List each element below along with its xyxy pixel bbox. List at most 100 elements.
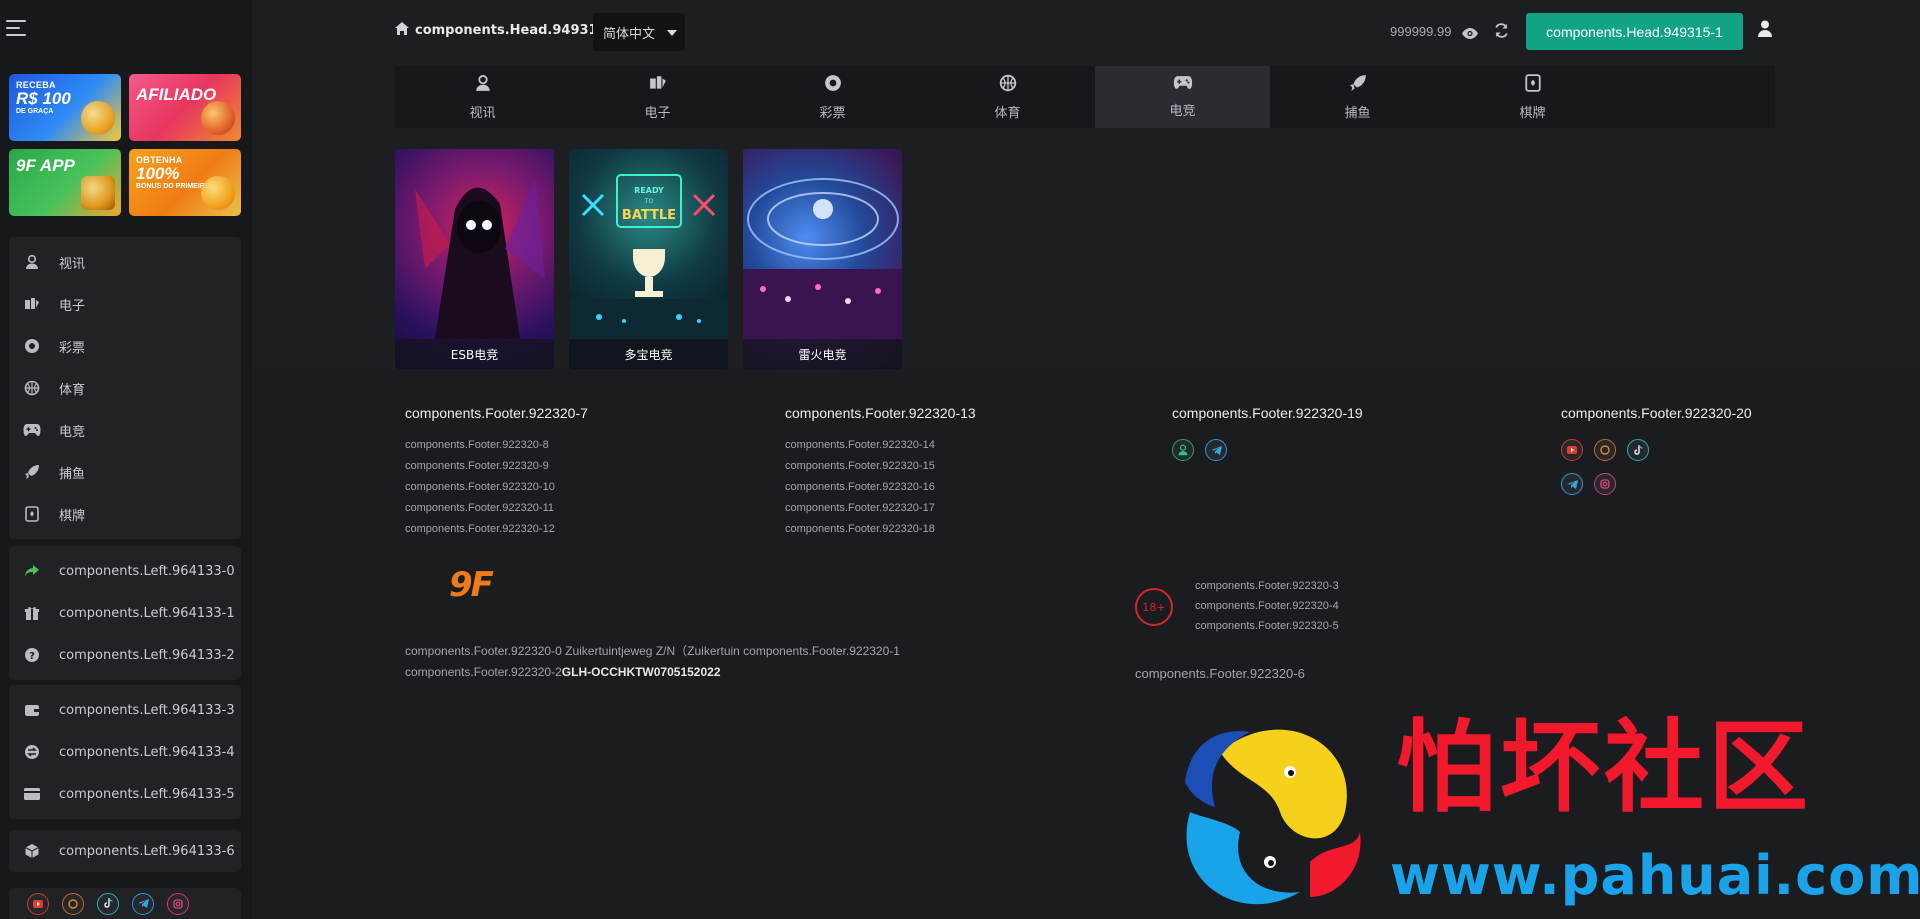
tab-label: 彩票 xyxy=(819,105,846,121)
sidebar-item-sports[interactable]: 体育 xyxy=(9,367,241,409)
refresh-icon[interactable] xyxy=(1494,23,1509,42)
sidebar-item-help[interactable]: ? components.Left.964133-2 xyxy=(9,634,241,676)
footer-column: components.Footer.922320-13 components.F… xyxy=(785,405,976,544)
social-links xyxy=(1561,439,1752,461)
tab-lottery[interactable]: 彩票 xyxy=(745,66,920,128)
tab-cards[interactable]: 棋牌 xyxy=(1445,66,1620,128)
sidebar-item-label: components.Left.964133-2 xyxy=(59,647,235,663)
sidebar-item-live[interactable]: 视讯 xyxy=(9,241,241,283)
svg-text:?: ? xyxy=(29,651,35,662)
sidebar-item-lottery[interactable]: 彩票 xyxy=(9,325,241,367)
wheel-icon xyxy=(81,101,115,135)
sidebar-item-card[interactable]: components.Left.964133-5 xyxy=(9,773,241,815)
tab-live[interactable]: 视讯 xyxy=(395,66,570,128)
sidebar-links-group: components.Left.964133-6 xyxy=(9,830,241,872)
sidebar-item-wallet[interactable]: components.Left.964133-3 xyxy=(9,689,241,731)
tab-label: 体育 xyxy=(994,105,1021,121)
footer-link[interactable]: components.Footer.922320-8 xyxy=(405,439,588,451)
fishing-icon xyxy=(23,463,41,481)
hooded-hero-art xyxy=(415,179,545,339)
site-logo: 9F xyxy=(449,565,494,605)
footer-link[interactable]: components.Footer.922320-9 xyxy=(405,460,588,472)
footer-link[interactable]: components.Footer.922320-17 xyxy=(785,502,976,514)
slots-icon xyxy=(23,295,41,313)
footer-link[interactable]: components.Footer.922320-14 xyxy=(785,439,976,451)
sidebar-item-label: 电子 xyxy=(59,298,86,314)
youtube-icon[interactable] xyxy=(1561,439,1583,461)
stadium-art xyxy=(743,178,902,339)
language-select[interactable]: 简体中文 xyxy=(593,13,685,51)
footer-link[interactable]: components.Footer.922320-18 xyxy=(785,523,976,535)
user-icon[interactable] xyxy=(1757,20,1773,41)
blog-icon[interactable] xyxy=(62,892,84,915)
tab-slots[interactable]: 电子 xyxy=(570,66,745,128)
tiktok-icon[interactable] xyxy=(97,892,119,915)
age-note: components.Footer.922320-6 xyxy=(1135,666,1305,681)
lottery-ball-icon xyxy=(824,74,842,96)
game-card-esb[interactable]: ESB电竞 xyxy=(395,149,554,369)
phone-icon xyxy=(81,176,115,210)
game-card-label: 多宝电竞 xyxy=(569,339,728,369)
sidebar-item-gift[interactable]: components.Left.964133-1 xyxy=(9,592,241,634)
tiktok-icon[interactable] xyxy=(1627,439,1649,461)
footer-column-title: components.Footer.922320-19 xyxy=(1172,405,1363,421)
cards-icon xyxy=(23,505,41,523)
sidebar-social-links xyxy=(9,888,241,919)
game-card-label: ESB电竞 xyxy=(395,339,554,369)
footer-link[interactable]: components.Footer.922320-12 xyxy=(405,523,588,535)
avatars-icon xyxy=(201,101,235,135)
promo-banner-affiliate[interactable]: AFILIADO xyxy=(129,74,241,141)
tab-sports[interactable]: 体育 xyxy=(920,66,1095,128)
sidebar-item-label: components.Left.964133-6 xyxy=(59,843,235,859)
sidebar-item-label: components.Left.964133-5 xyxy=(59,786,235,802)
telegram-icon[interactable] xyxy=(132,892,154,915)
support-icon[interactable] xyxy=(1172,439,1194,461)
footer-link[interactable]: components.Footer.922320-11 xyxy=(405,502,588,514)
instagram-icon[interactable] xyxy=(167,892,189,915)
footer-link[interactable]: components.Footer.922320-16 xyxy=(785,481,976,493)
gift-icon xyxy=(23,604,41,622)
sidebar-item-box[interactable]: components.Left.964133-6 xyxy=(9,830,241,872)
sidebar-links-group: components.Left.964133-0 components.Left… xyxy=(9,546,241,680)
promo-banner-app[interactable]: 9F APP xyxy=(9,149,121,216)
age-restriction-badge: 18+ xyxy=(1135,588,1173,626)
footer-column: components.Footer.922320-20 xyxy=(1561,405,1752,507)
menu-toggle-icon[interactable] xyxy=(6,20,26,36)
blog-icon[interactable] xyxy=(1594,439,1616,461)
promo-banners: RECEBA R$ 100 DE GRAÇA AFILIADO 9F APP O… xyxy=(9,74,241,216)
tab-label: 视讯 xyxy=(469,105,496,121)
primary-action-button[interactable]: components.Head.949315-1 xyxy=(1526,13,1743,50)
art-text: READY xyxy=(634,186,664,195)
age-notice: components.Footer.922320-3 components.Fo… xyxy=(1195,580,1339,640)
footer-column: components.Footer.922320-19 xyxy=(1172,405,1363,473)
youtube-icon[interactable] xyxy=(27,892,49,915)
fish-logo-icon xyxy=(1185,729,1361,905)
game-card-duobao[interactable]: READY TO BATTLE 多宝电竞 xyxy=(569,149,728,369)
tab-esports[interactable]: 电竞 xyxy=(1095,66,1270,128)
sidebar-item-slots[interactable]: 电子 xyxy=(9,283,241,325)
sidebar-item-cards[interactable]: 棋牌 xyxy=(9,493,241,535)
promo-banner-first-deposit[interactable]: OBTENHA 100% BONUS DO PRIMEIRO xyxy=(129,149,241,216)
brand[interactable]: components.Head.949315-0 xyxy=(395,22,621,39)
sidebar-categories: 视讯 电子 彩票 体育 电竞 捕鱼 棋牌 xyxy=(9,237,241,539)
share-icon xyxy=(23,562,41,580)
sidebar-item-esports[interactable]: 电竞 xyxy=(9,409,241,451)
sidebar-item-share[interactable]: components.Left.964133-0 xyxy=(9,550,241,592)
tab-fishing[interactable]: 捕鱼 xyxy=(1270,66,1445,128)
footer-link[interactable]: components.Footer.922320-15 xyxy=(785,460,976,472)
sidebar-item-fishing[interactable]: 捕鱼 xyxy=(9,451,241,493)
telegram-icon[interactable] xyxy=(1205,439,1227,461)
footer-link[interactable]: components.Footer.922320-10 xyxy=(405,481,588,493)
eye-icon[interactable] xyxy=(1462,24,1478,43)
sidebar-item-exchange[interactable]: components.Left.964133-4 xyxy=(9,731,241,773)
card-icon xyxy=(23,785,41,803)
telegram-icon[interactable] xyxy=(1561,473,1583,495)
promo-banner-bonus[interactable]: RECEBA R$ 100 DE GRAÇA xyxy=(9,74,121,141)
instagram-icon[interactable] xyxy=(1594,473,1616,495)
sidebar-item-label: components.Left.964133-3 xyxy=(59,702,235,718)
treasure-icon xyxy=(201,176,235,210)
brand-title: components.Head.949315-0 xyxy=(415,23,622,38)
sidebar-item-label: 视讯 xyxy=(59,256,86,272)
sidebar-item-label: 电竞 xyxy=(59,424,86,440)
game-card-leihuo[interactable]: 雷火电竞 xyxy=(743,149,902,369)
